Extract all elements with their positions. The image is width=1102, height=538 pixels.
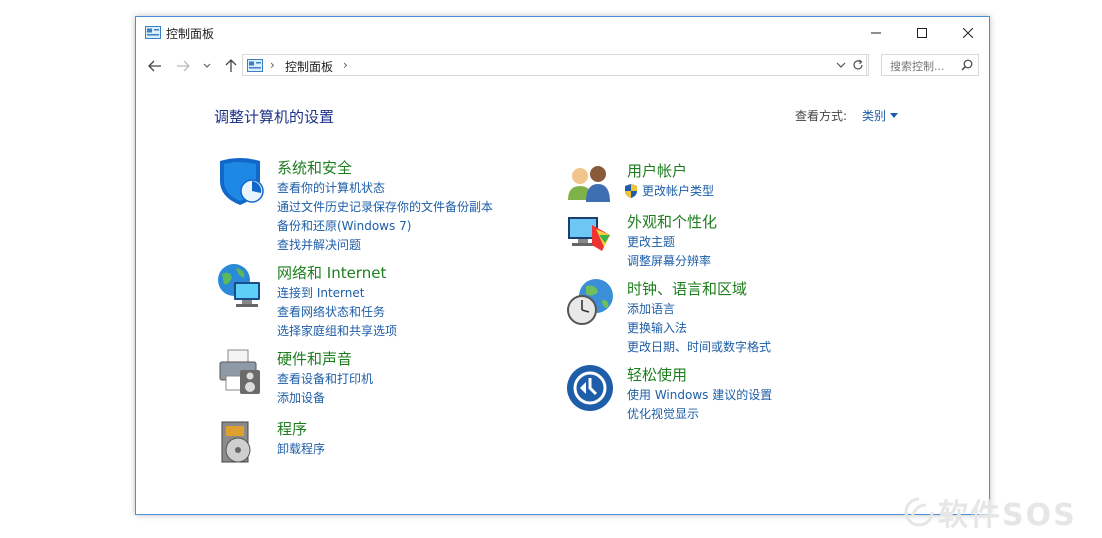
recent-locations-button[interactable] (200, 53, 214, 79)
link-change-date-time-format[interactable]: 更改日期、时间或数字格式 (627, 338, 771, 355)
refresh-icon (852, 59, 863, 70)
category-title[interactable]: 用户帐户 (627, 160, 687, 181)
control-panel-window: 控制面板 › 控制面板 › 搜索控制... 调整计算机的设置 查看方式: 类别 … (135, 16, 990, 515)
network-globe-icon[interactable] (216, 262, 264, 310)
category-title[interactable]: 程序 (277, 418, 307, 439)
watermark-logo-icon (904, 497, 934, 527)
link-uninstall-program[interactable]: 卸载程序 (277, 440, 325, 457)
refresh-button[interactable] (847, 54, 869, 76)
watermark-text: 软件SOS (938, 498, 1077, 533)
view-by-dropdown[interactable]: 类别 (862, 107, 899, 124)
shield-icon[interactable] (216, 157, 264, 205)
search-placeholder: 搜索控制... (890, 60, 945, 73)
watermark: 软件SOS (904, 490, 1077, 534)
link-troubleshoot[interactable]: 查找并解决问题 (277, 236, 361, 253)
arrow-left-icon (148, 60, 161, 72)
monitor-palette-icon[interactable] (566, 211, 614, 259)
link-add-device[interactable]: 添加设备 (277, 389, 325, 406)
caret-down-icon (890, 113, 899, 118)
link-change-input-method[interactable]: 更换输入法 (627, 319, 687, 336)
forward-button[interactable] (172, 53, 194, 79)
category-title[interactable]: 时钟、语言和区域 (627, 278, 747, 299)
minimize-button[interactable] (853, 17, 899, 49)
link-change-theme[interactable]: 更改主题 (627, 233, 675, 250)
link-check-computer-status[interactable]: 查看你的计算机状态 (277, 179, 385, 196)
control-panel-icon (145, 26, 161, 39)
window-title: 控制面板 (166, 27, 215, 41)
link-change-account-type[interactable]: 更改帐户类型 (642, 182, 714, 199)
close-button[interactable] (945, 17, 991, 49)
breadcrumb-separator[interactable]: › (343, 58, 348, 72)
arrow-right-icon (177, 60, 190, 72)
title-bar[interactable]: 控制面板 (136, 17, 989, 49)
address-bar[interactable]: › 控制面板 › (242, 54, 867, 76)
category-title[interactable]: 轻松使用 (627, 364, 687, 385)
link-optimize-visual-display[interactable]: 优化视觉显示 (627, 405, 699, 422)
page-title: 调整计算机的设置 (214, 108, 335, 126)
link-add-language[interactable]: 添加语言 (627, 300, 675, 317)
link-backup-restore[interactable]: 备份和还原(Windows 7) (277, 217, 411, 234)
link-recommended-settings[interactable]: 使用 Windows 建议的设置 (627, 386, 772, 403)
back-button[interactable] (144, 53, 166, 79)
chevron-down-icon (836, 62, 846, 68)
link-devices-printers[interactable]: 查看设备和打印机 (277, 370, 373, 387)
printer-icon[interactable] (216, 348, 264, 396)
link-file-history[interactable]: 通过文件历史记录保存你的文件备份副本 (277, 198, 493, 215)
search-input[interactable]: 搜索控制... (881, 54, 979, 76)
category-title[interactable]: 网络和 Internet (277, 262, 386, 283)
arrow-up-icon (225, 59, 237, 72)
link-network-status[interactable]: 查看网络状态和任务 (277, 303, 385, 320)
maximize-icon (917, 28, 927, 38)
close-icon (963, 28, 973, 38)
view-by-value: 类别 (862, 109, 887, 123)
control-panel-icon (247, 59, 263, 72)
link-screen-resolution[interactable]: 调整屏幕分辨率 (627, 252, 711, 269)
clock-globe-icon[interactable] (566, 278, 614, 326)
minimize-icon (871, 32, 881, 34)
maximize-button[interactable] (899, 17, 945, 49)
ease-of-access-icon[interactable] (566, 364, 614, 412)
uac-shield-icon (625, 184, 637, 198)
breadcrumb-control-panel[interactable]: 控制面板 (285, 58, 333, 75)
link-connect-internet[interactable]: 连接到 Internet (277, 284, 364, 301)
search-icon[interactable] (961, 59, 973, 71)
chevron-down-icon (203, 63, 211, 68)
view-by-label: 查看方式: (795, 109, 848, 123)
programs-icon[interactable] (216, 418, 264, 466)
category-title[interactable]: 系统和安全 (277, 157, 352, 178)
breadcrumb-separator[interactable]: › (270, 58, 275, 72)
up-button[interactable] (220, 53, 242, 79)
category-title[interactable]: 外观和个性化 (627, 211, 717, 232)
link-homegroup[interactable]: 选择家庭组和共享选项 (277, 322, 397, 339)
users-icon[interactable] (566, 160, 614, 208)
category-title[interactable]: 硬件和声音 (277, 348, 352, 369)
